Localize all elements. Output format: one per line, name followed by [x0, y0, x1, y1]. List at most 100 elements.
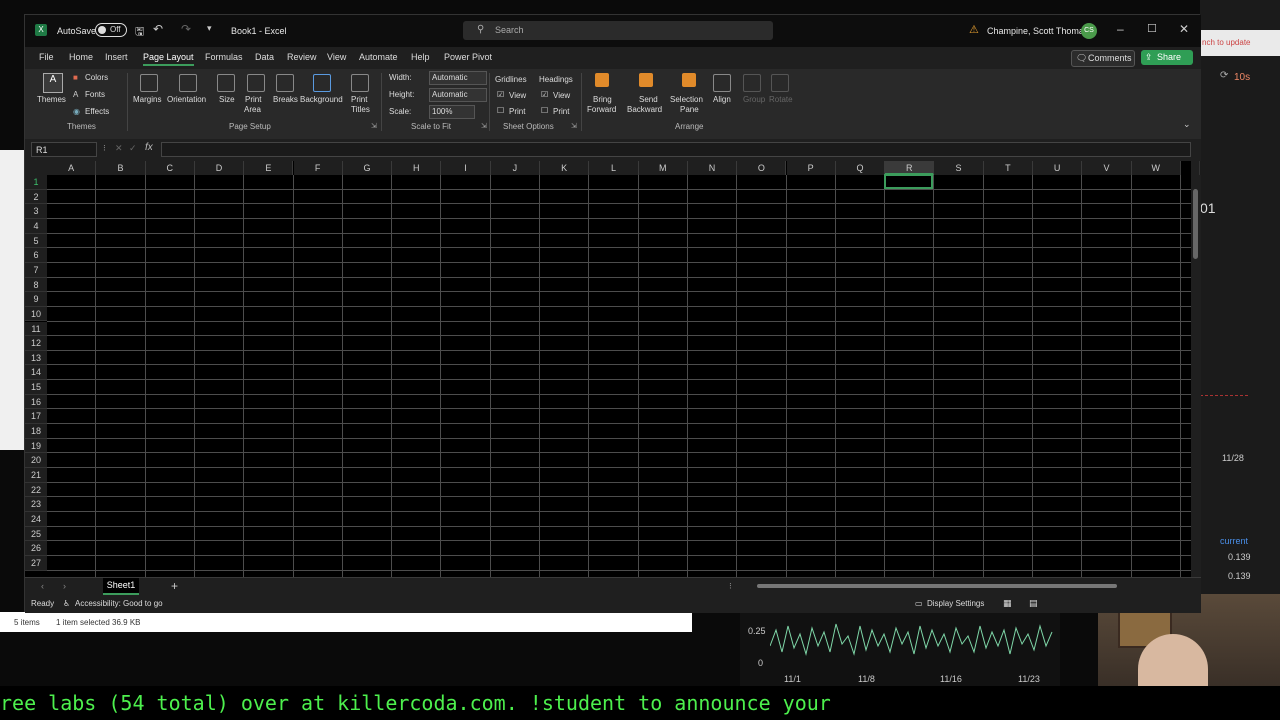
bring-forward-label-2[interactable]: Forward — [587, 105, 616, 114]
refresh-interval[interactable]: 10s — [1234, 72, 1250, 83]
row-header-16[interactable]: 16 — [25, 394, 47, 410]
gridlines-print-checkbox[interactable]: ☐ — [497, 106, 504, 115]
close-icon[interactable]: ✕ — [1179, 22, 1189, 36]
column-header-l[interactable]: L — [589, 161, 639, 175]
row-header-7[interactable]: 7 — [25, 262, 47, 278]
group-button[interactable]: Group — [743, 95, 765, 104]
print-area-label-2[interactable]: Area — [244, 105, 261, 114]
prev-sheet-icon[interactable]: ‹ — [41, 581, 44, 591]
next-sheet-icon[interactable]: › — [63, 581, 66, 591]
row-header-10[interactable]: 10 — [25, 306, 47, 322]
collapse-ribbon-icon[interactable]: ⌄ — [1183, 119, 1191, 130]
scale-stepper[interactable]: 100% — [429, 105, 475, 119]
bring-forward-label-1[interactable]: Bring — [593, 95, 612, 104]
page-setup-launcher-icon[interactable]: ⇲ — [371, 122, 377, 130]
page-layout-view-icon[interactable]: ▤ — [1029, 598, 1038, 609]
selection-pane-label-2[interactable]: Pane — [680, 105, 699, 114]
row-header-20[interactable]: 20 — [25, 453, 47, 468]
column-header-b[interactable]: B — [96, 161, 146, 175]
customize-qat-icon[interactable]: ▾ — [207, 23, 212, 34]
comments-button[interactable]: 🗨 Comments — [1071, 50, 1135, 67]
print-area-label-1[interactable]: Print — [245, 95, 261, 104]
column-header-r[interactable]: R — [885, 161, 935, 175]
column-header-h[interactable]: H — [392, 161, 442, 175]
row-header-3[interactable]: 3 — [25, 204, 47, 219]
horizontal-scroll-thumb[interactable] — [757, 584, 1117, 588]
row-header-21[interactable]: 21 — [25, 468, 47, 483]
column-header-t[interactable]: T — [983, 161, 1033, 175]
headings-print-checkbox[interactable]: ☐ — [541, 106, 548, 115]
column-header-q[interactable]: Q — [835, 161, 886, 175]
menu-insert[interactable]: Insert — [105, 52, 128, 62]
spreadsheet-grid[interactable]: A B C D E F G H I J K L M N O P Q R S T U V W 1 2 3 4 5 6 7 8 9 10 11 12 13… — [25, 161, 1191, 577]
row-header-6[interactable]: 6 — [25, 248, 47, 263]
normal-view-icon[interactable]: ▦ — [1003, 598, 1012, 609]
column-header-u[interactable]: U — [1033, 161, 1083, 175]
autosave-toggle[interactable]: Off — [95, 23, 127, 37]
menu-page-layout[interactable]: Page Layout — [143, 52, 194, 66]
row-header-11[interactable]: 11 — [25, 321, 47, 337]
row-header-19[interactable]: 19 — [25, 438, 47, 454]
select-all-corner[interactable] — [25, 161, 47, 175]
tab-split-handle-icon[interactable]: ⁝ — [729, 581, 732, 592]
fonts-button[interactable]: Fonts — [85, 90, 105, 99]
row-header-13[interactable]: 13 — [25, 350, 47, 366]
column-header-g[interactable]: G — [342, 161, 393, 175]
maximize-icon[interactable]: ☐ — [1147, 22, 1157, 35]
row-header-12[interactable]: 12 — [25, 336, 47, 351]
row-header-17[interactable]: 17 — [25, 409, 47, 425]
minimize-icon[interactable]: – — [1117, 22, 1124, 36]
row-header-23[interactable]: 23 — [25, 497, 47, 512]
scale-launcher-icon[interactable]: ⇲ — [481, 122, 487, 130]
user-name[interactable]: Champine, Scott Thomas — [987, 26, 1088, 36]
send-backward-label-2[interactable]: Backward — [627, 105, 662, 114]
column-header-m[interactable]: M — [638, 161, 688, 175]
background-button[interactable]: Background — [300, 95, 343, 104]
display-settings-button[interactable]: Display Settings — [927, 599, 984, 608]
accessibility-status[interactable]: Accessibility: Good to go — [75, 599, 163, 608]
row-header-27[interactable]: 27 — [25, 555, 47, 571]
column-header-k[interactable]: K — [540, 161, 590, 175]
enter-icon[interactable]: ✓ — [129, 143, 137, 154]
menu-review[interactable]: Review — [287, 52, 317, 62]
vertical-scroll-thumb[interactable] — [1193, 189, 1198, 259]
menu-automate[interactable]: Automate — [359, 52, 398, 62]
column-header-w[interactable]: W — [1131, 161, 1181, 175]
column-header-e[interactable]: E — [244, 161, 294, 175]
row-header-24[interactable]: 24 — [25, 511, 47, 527]
name-box[interactable]: R1 — [31, 142, 97, 157]
formula-input[interactable] — [161, 142, 1191, 157]
row-header-18[interactable]: 18 — [25, 424, 47, 439]
row-header-9[interactable]: 9 — [25, 292, 47, 307]
add-sheet-icon[interactable]: + — [171, 579, 178, 593]
size-button[interactable]: Size — [219, 95, 235, 104]
width-select[interactable]: Automatic — [429, 71, 487, 85]
row-header-1[interactable]: 1 — [25, 175, 47, 190]
breaks-button[interactable]: Breaks — [273, 95, 298, 104]
row-header-26[interactable]: 26 — [25, 541, 47, 556]
refresh-icon[interactable]: ⟳ — [1220, 70, 1228, 81]
horizontal-scrollbar[interactable] — [747, 582, 1187, 590]
column-header-j[interactable]: J — [490, 161, 540, 175]
column-header-p[interactable]: P — [786, 161, 836, 175]
themes-icon[interactable]: A — [43, 73, 63, 93]
redo-icon[interactable]: ↷ — [181, 22, 191, 36]
warning-icon[interactable]: ⚠ — [969, 23, 979, 36]
insert-function-icon[interactable]: fx — [145, 142, 153, 153]
column-header-v[interactable]: V — [1082, 161, 1132, 175]
column-header-s[interactable]: S — [934, 161, 984, 175]
search-box[interactable]: ⚲ Search — [463, 21, 773, 40]
column-header-c[interactable]: C — [145, 161, 195, 175]
rotate-button[interactable]: Rotate — [769, 95, 793, 104]
row-header-15[interactable]: 15 — [25, 380, 47, 395]
menu-help[interactable]: Help — [411, 52, 430, 62]
column-header-d[interactable]: D — [194, 161, 245, 175]
selected-cell[interactable] — [884, 174, 934, 189]
orientation-button[interactable]: Orientation — [167, 95, 206, 104]
share-button[interactable]: ⇪ Share — [1141, 50, 1193, 65]
column-header-f[interactable]: F — [293, 161, 343, 175]
align-button[interactable]: Align — [713, 95, 731, 104]
row-header-8[interactable]: 8 — [25, 277, 47, 293]
column-header-i[interactable]: I — [441, 161, 491, 175]
row-header-4[interactable]: 4 — [25, 218, 47, 234]
